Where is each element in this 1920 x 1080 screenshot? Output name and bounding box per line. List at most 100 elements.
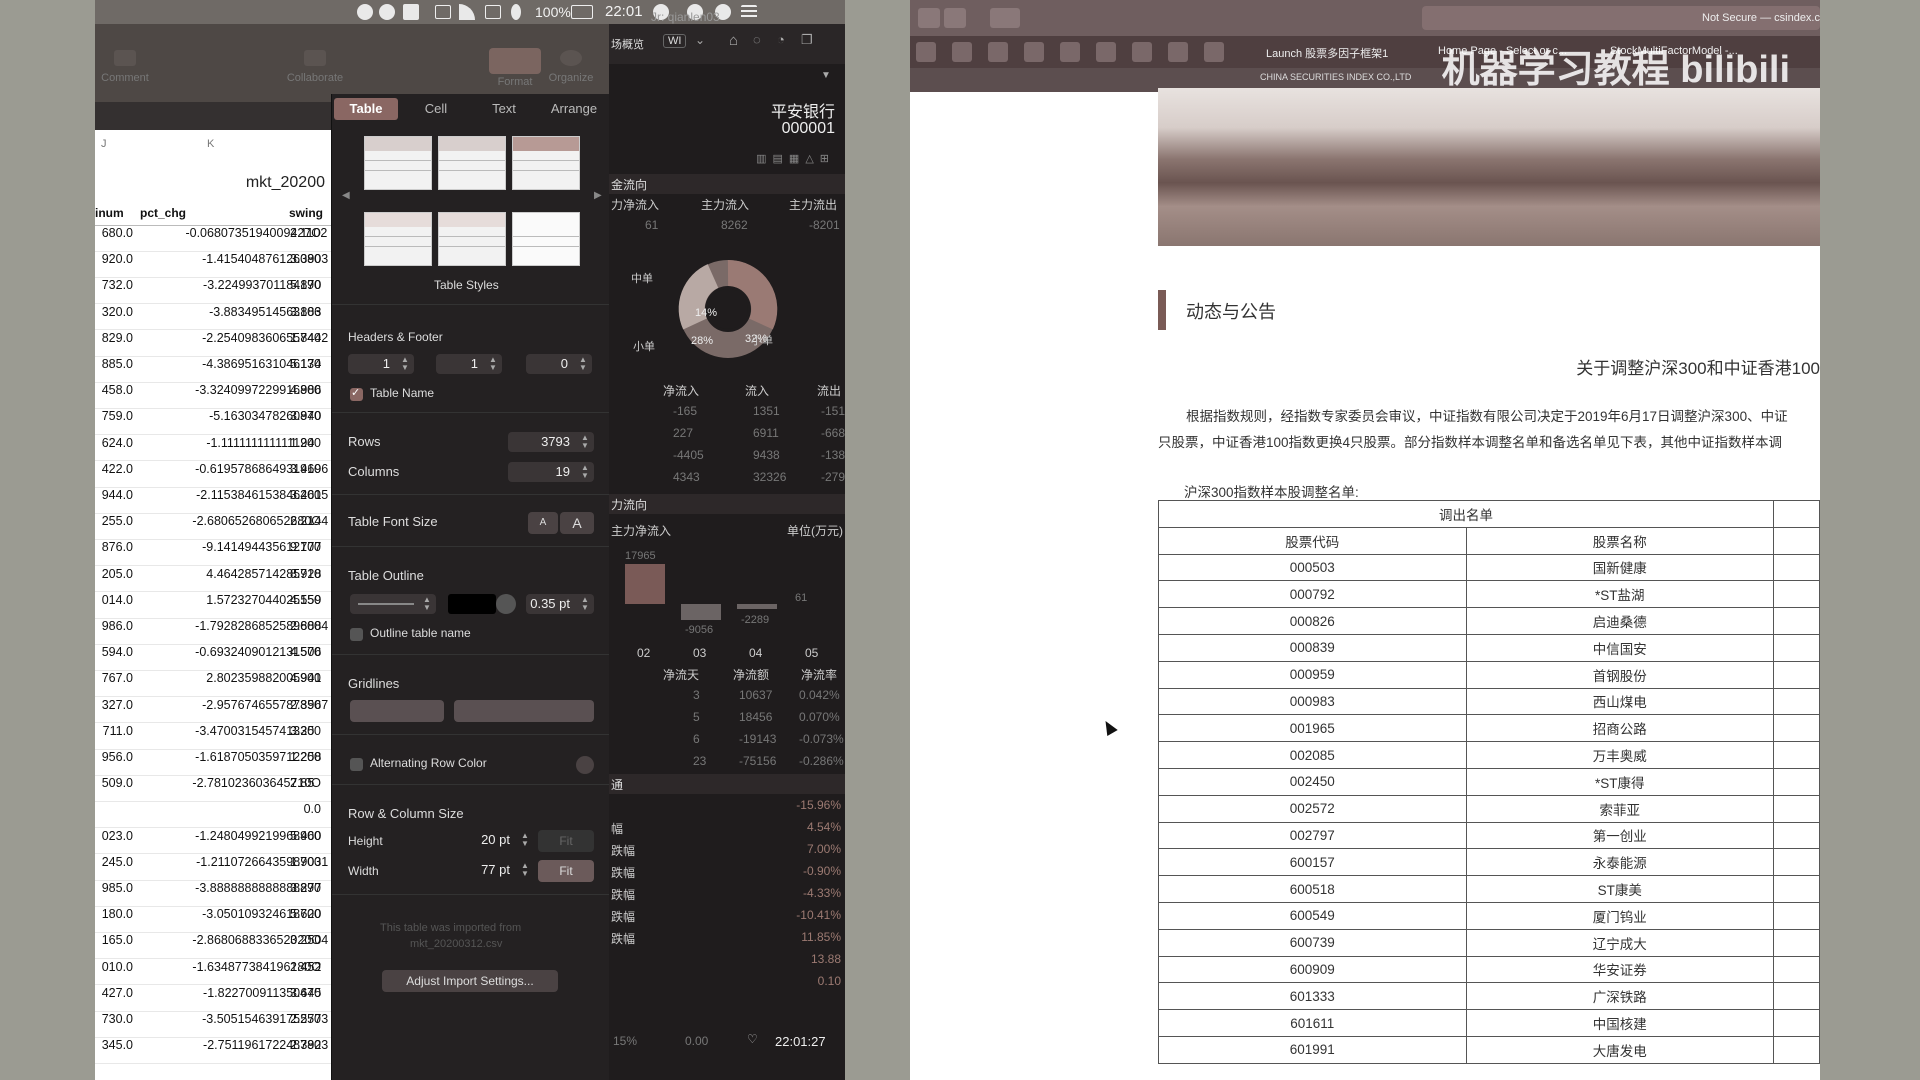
table-cell[interactable]: 327.0 — [95, 698, 133, 712]
table-cell[interactable]: 876.0 — [95, 540, 133, 554]
collaborate-button[interactable]: Collaborate — [285, 50, 345, 84]
table-cell[interactable]: 680.0 — [95, 226, 133, 240]
table-cell[interactable]: 624.0 — [95, 436, 133, 450]
table-cell[interactable]: 422.0 — [95, 462, 133, 476]
table-cell[interactable]: 920.0 — [95, 252, 133, 266]
address-bar[interactable]: Not Secure — csindex.c — [1422, 6, 1820, 30]
table-cell[interactable]: 5.620 — [290, 907, 331, 921]
table-title[interactable]: mkt_20200 — [246, 174, 325, 192]
table-row[interactable]: 730.0 -3.505154639175250 2.5773 — [95, 1012, 331, 1038]
heart-icon[interactable]: ♡ — [747, 1032, 758, 1046]
table-cell[interactable]: 5.460 — [290, 829, 331, 843]
table-cell[interactable]: 010.0 — [95, 960, 133, 974]
table-row[interactable]: 422.0 -0.6195786864931910 3.4696 — [95, 462, 331, 488]
grid-icon[interactable] — [485, 5, 501, 19]
table-style-3[interactable] — [512, 136, 580, 190]
table-cell[interactable]: 5.174 — [290, 357, 331, 371]
adjust-import-button[interactable]: Adjust Import Settings... — [382, 970, 558, 992]
table-row[interactable]: 014.0 1.572327044025150 4.559 — [95, 593, 331, 619]
prev-styles-arrow[interactable]: ◀ — [342, 190, 350, 201]
table-cell[interactable]: 2.8884 — [290, 619, 331, 633]
table-row[interactable]: 180.0 -3.050109324618700 5.620 — [95, 907, 331, 933]
table-row[interactable]: 327.0 -2.957674655787850 2.3967 — [95, 698, 331, 724]
organize-button[interactable]: Organize — [541, 50, 601, 84]
bookmark-icon[interactable] — [1132, 42, 1152, 62]
news-title[interactable]: 关于调整沪深300和中证香港100 — [1576, 354, 1820, 379]
table-cell[interactable]: 3.3903 — [290, 252, 331, 266]
color-wheel-icon[interactable] — [496, 594, 516, 614]
bookmark-icon[interactable] — [1060, 42, 1080, 62]
stepper-arrows-icon[interactable]: ▲ ▼ — [580, 434, 590, 450]
table-row[interactable]: 711.0 -3.4700315457413300 3.25 — [95, 724, 331, 750]
header-rows-stepper[interactable]: 1 ▲ ▼ — [348, 354, 414, 374]
table-row[interactable]: 345.0 -2.751196172248780 2.3923 — [95, 1038, 331, 1064]
sidebar-icon[interactable] — [990, 8, 1020, 28]
header-cell[interactable]: inum — [95, 206, 124, 220]
table-cell[interactable]: 3.940 — [290, 409, 331, 423]
table-cell[interactable]: 730.0 — [95, 1012, 133, 1026]
table-row[interactable]: 320.0 -3.88349514563106 3.883 — [95, 305, 331, 331]
bookmark-icon[interactable] — [1024, 42, 1044, 62]
next-styles-arrow[interactable]: ▶ — [594, 190, 602, 201]
height-stepper[interactable]: 20 pt ▲ ▼ — [448, 830, 534, 850]
table-cell[interactable]: 165.0 — [95, 933, 133, 947]
table-cell[interactable]: 1.258 — [290, 750, 331, 764]
table-cell[interactable]: 944.0 — [95, 488, 133, 502]
table-row[interactable]: 624.0 -1.1111111111111200 1.94 — [95, 436, 331, 462]
back-button[interactable] — [918, 8, 940, 28]
stepper-arrows-icon[interactable]: ▲ ▼ — [520, 832, 530, 848]
comment-button[interactable]: Comment — [95, 50, 155, 84]
bookmark-icon[interactable] — [1204, 42, 1224, 62]
stepper-arrows-icon[interactable]: ▲ ▼ — [520, 862, 530, 878]
table-style-5[interactable] — [438, 212, 506, 266]
table-name-checkbox[interactable] — [350, 386, 363, 401]
gridlines-header-buttons[interactable] — [454, 700, 594, 722]
table-cell[interactable]: 1.94 — [290, 436, 331, 450]
table-cell[interactable]: 3.2504 — [290, 933, 331, 947]
table-cell[interactable]: 245.0 — [95, 855, 133, 869]
table-cell[interactable]: 0.0 — [139, 802, 321, 816]
table-row[interactable]: 0.0 — [95, 802, 331, 829]
stepper-arrows-icon[interactable]: ▲ ▼ — [400, 356, 410, 372]
table-cell[interactable]: 885.0 — [95, 357, 133, 371]
table-cell[interactable]: 1.8442 — [290, 331, 331, 345]
fit-width-button[interactable]: Fit — [538, 860, 594, 882]
format-button[interactable]: Format — [485, 48, 545, 88]
table-cell[interactable]: 3.277 — [290, 881, 331, 895]
table-cell[interactable]: 711.0 — [95, 724, 133, 738]
forward-button[interactable] — [944, 8, 966, 28]
table-cell[interactable]: 2.3923 — [290, 1038, 331, 1052]
bookmark-link[interactable]: Launch 股票多因子框架1 — [1266, 45, 1388, 61]
wifi-icon[interactable] — [459, 4, 475, 20]
status-icon-1[interactable] — [357, 4, 373, 20]
table-cell[interactable]: 759.0 — [95, 409, 133, 423]
table-cell[interactable]: 5.870 — [290, 278, 331, 292]
table-cell[interactable]: 023.0 — [95, 829, 133, 843]
table-row[interactable]: 885.0 -4.386951631046130 5.174 — [95, 357, 331, 383]
table-cell[interactable]: 986.0 — [95, 619, 133, 633]
bookmark-icon[interactable] — [916, 42, 936, 62]
footer-rows-stepper[interactable]: 0 ▲ ▼ — [526, 354, 592, 374]
outline-width-stepper[interactable]: 0.35 pt ▲ ▼ — [526, 594, 594, 614]
table-row[interactable]: 594.0 -0.6932409012131570 4.506 — [95, 645, 331, 671]
table-row[interactable]: 458.0 -3.3240997229916800 4.986 — [95, 383, 331, 409]
table-row[interactable]: 829.0 -2.254098360655740 1.8442 — [95, 331, 331, 357]
market-overview-tab[interactable]: 场概览 — [611, 36, 644, 52]
column-letter-k[interactable]: K — [207, 138, 214, 150]
table-cell[interactable]: 829.0 — [95, 331, 133, 345]
table-row[interactable]: 680.0 -0.0680735194009427O 2.1102 — [95, 226, 331, 252]
table-style-2[interactable] — [438, 136, 506, 190]
stepper-arrows-icon[interactable]: ▲ ▼ — [488, 356, 498, 372]
site-brand[interactable]: CHINA SECURITIES INDEX CO.,LTD — [1260, 72, 1411, 82]
table-cell[interactable]: 509.0 — [95, 776, 133, 790]
table-style-1[interactable] — [364, 136, 432, 190]
table-cell[interactable]: 3.4615 — [290, 488, 331, 502]
table-row[interactable]: 876.0 -9.141494435612100 9.777 — [95, 540, 331, 567]
stepper-arrows-icon[interactable]: ▲ ▼ — [578, 356, 588, 372]
stepper-arrows-icon[interactable]: ▲ ▼ — [580, 596, 590, 612]
table-cell[interactable]: 180.0 — [95, 907, 133, 921]
header-cell[interactable]: swing — [289, 206, 323, 220]
table-row[interactable]: 245.0 -1.2110726643598700 1.9031 — [95, 855, 331, 881]
header-cell[interactable]: pct_chg — [140, 206, 186, 220]
table-row[interactable]: 767.0 2.802359882005900 4.941 — [95, 671, 331, 698]
